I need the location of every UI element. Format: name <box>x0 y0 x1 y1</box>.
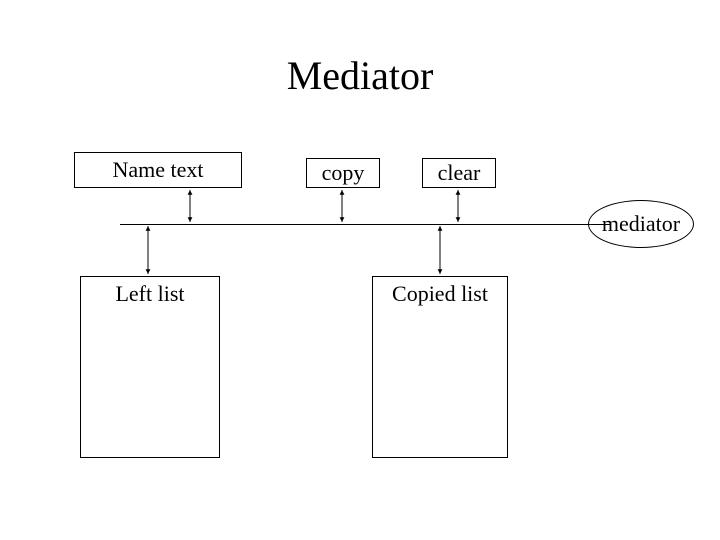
clear-label: clear <box>438 160 481 185</box>
mediator-label: mediator <box>602 211 680 237</box>
copied-list-label: Copied list <box>373 281 507 307</box>
mediator-ellipse: mediator <box>588 200 694 248</box>
name-text-label: Name text <box>112 157 203 182</box>
diagram-title: Mediator <box>0 52 720 99</box>
copy-label: copy <box>322 160 365 185</box>
copy-box: copy <box>306 158 380 188</box>
copied-list-box: Copied list <box>372 276 508 458</box>
left-list-box: Left list <box>80 276 220 458</box>
clear-box: clear <box>422 158 496 188</box>
diagram-stage: Mediator Name text copy clear mediator L… <box>0 0 720 540</box>
left-list-label: Left list <box>81 281 219 307</box>
mediator-line <box>120 224 610 225</box>
name-text-box: Name text <box>74 152 242 188</box>
